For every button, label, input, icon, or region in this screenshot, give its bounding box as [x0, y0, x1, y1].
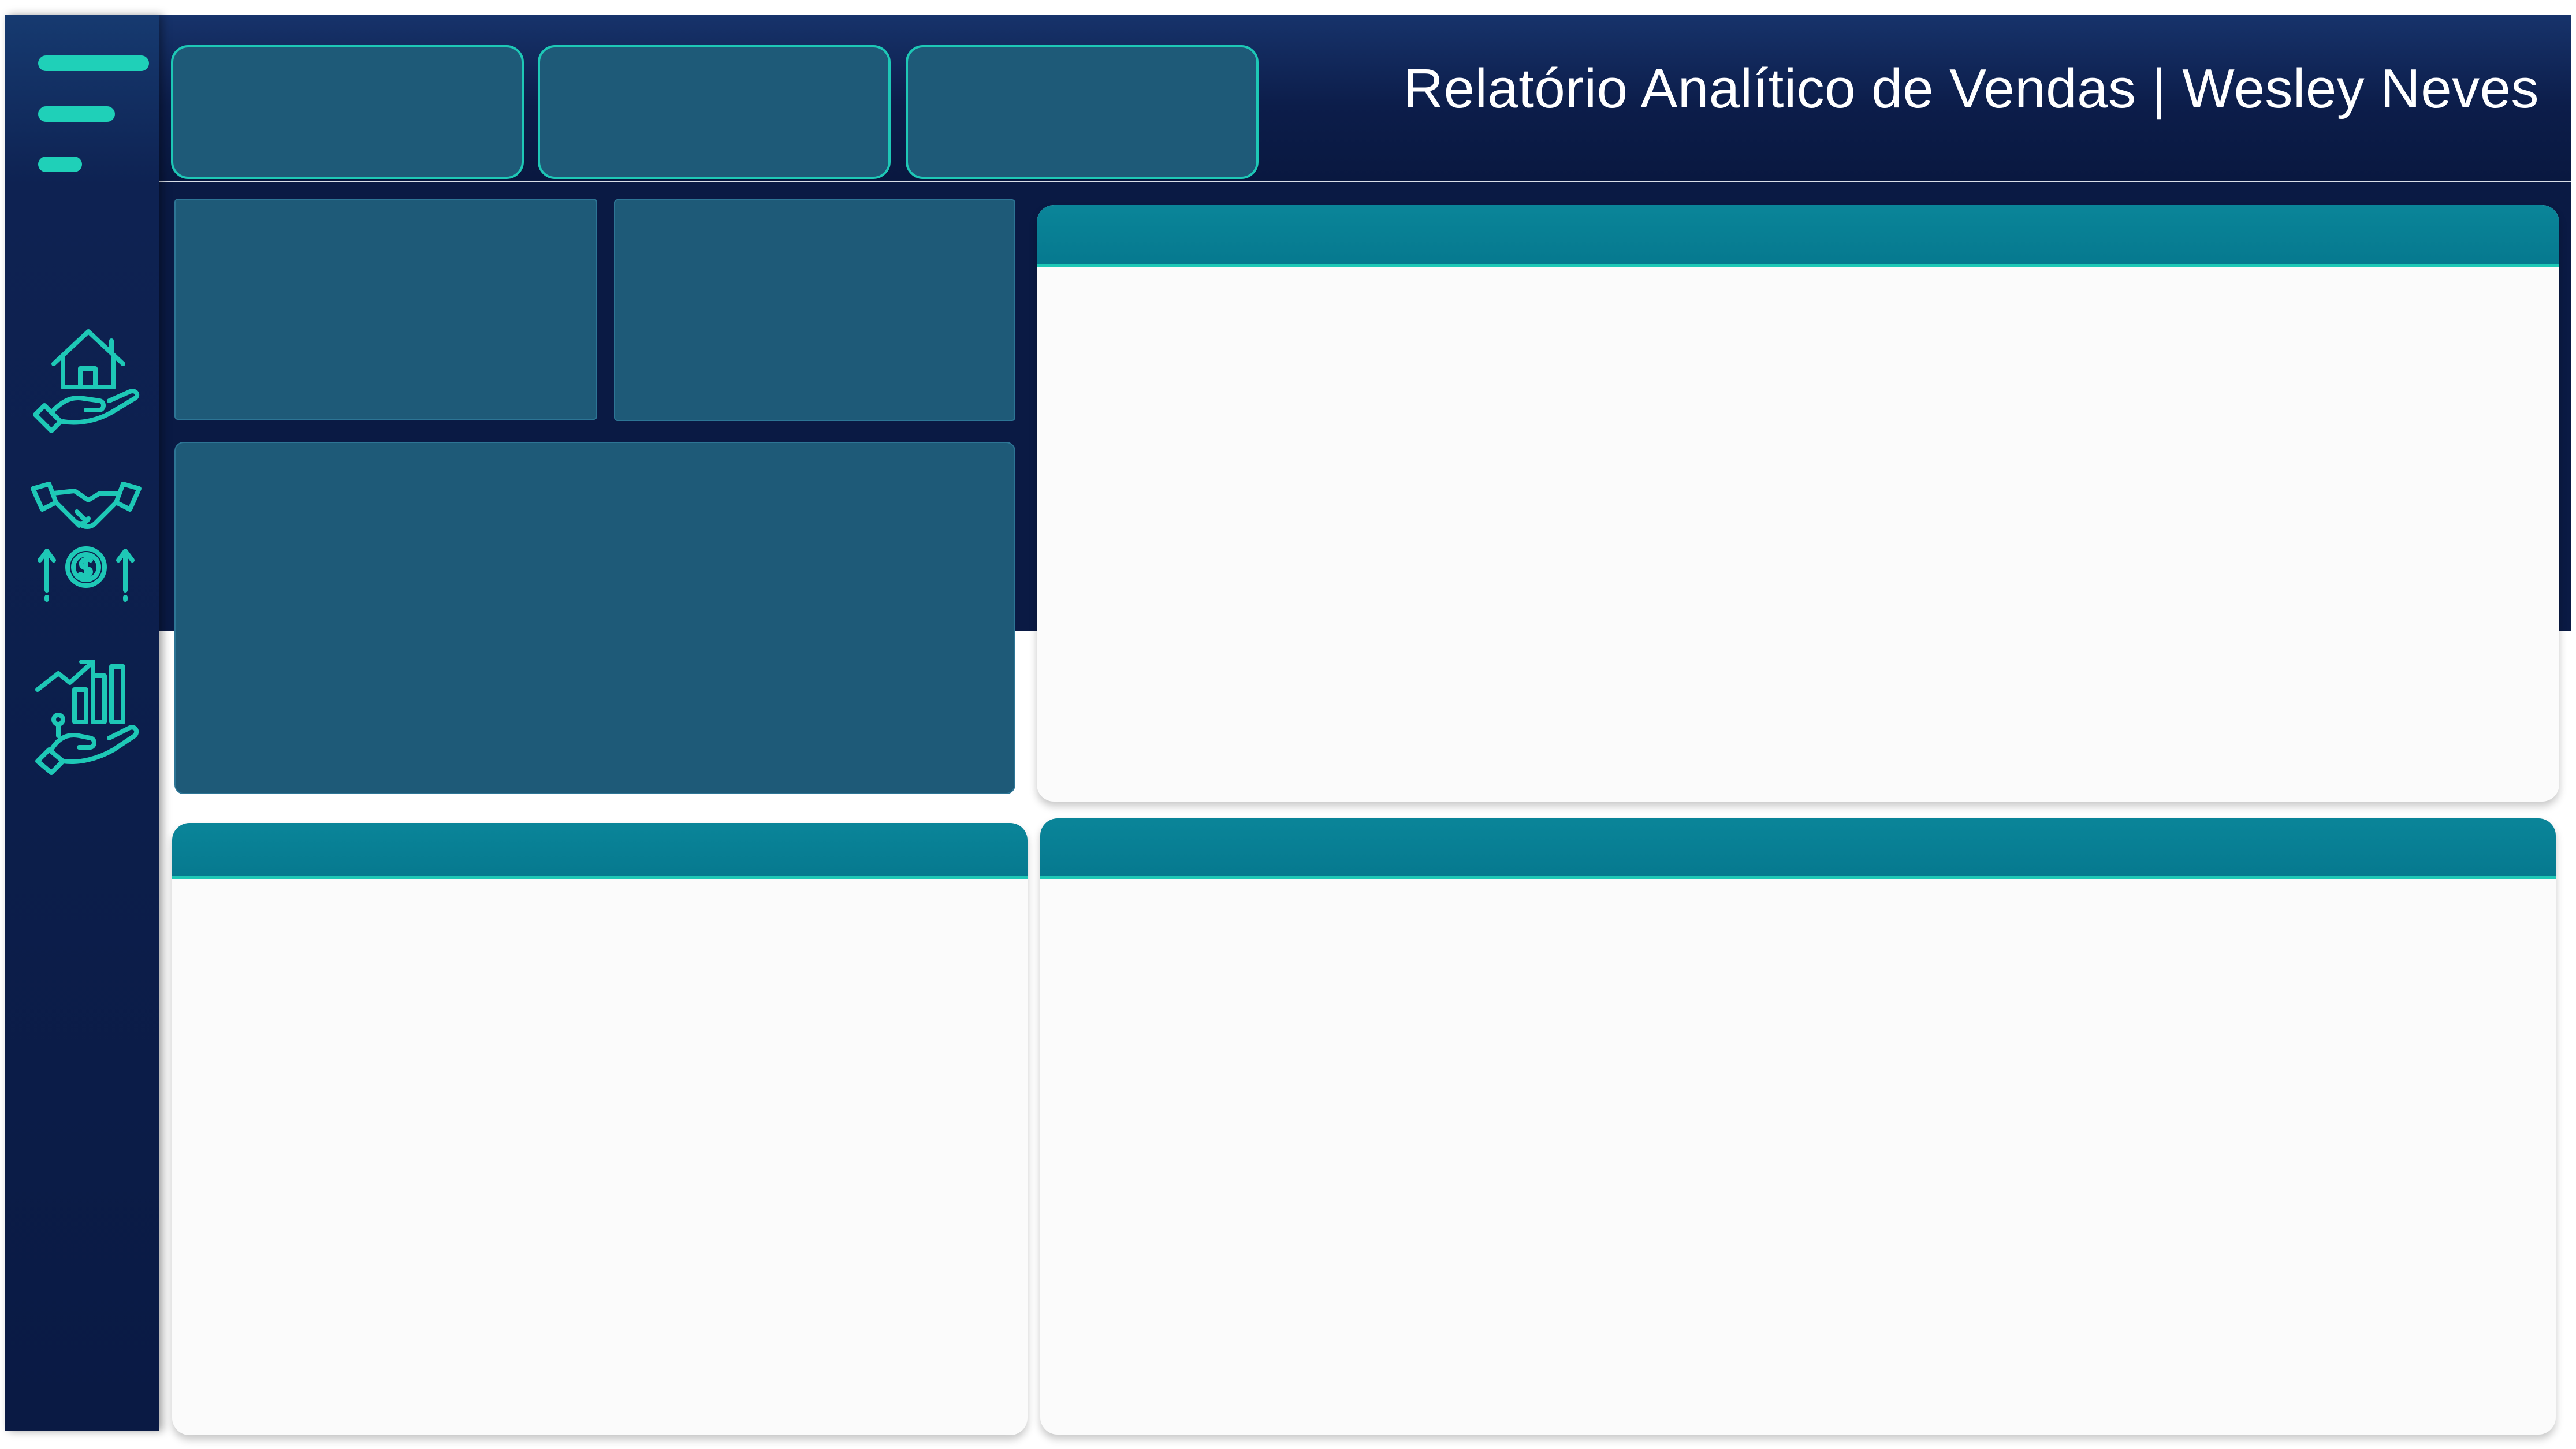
panel-top-right-header: [1037, 205, 2559, 267]
sidebar: [5, 15, 159, 1431]
filter-slot-2[interactable]: [538, 45, 891, 179]
panel-bottom-left-header: [172, 823, 1028, 879]
panel-bottom-right-header: [1040, 818, 2556, 879]
page-title: Relatório Analítico de Vendas | Wesley N…: [1403, 58, 2539, 120]
menu-bar-2: [38, 106, 115, 122]
kpi-card-1: [174, 199, 597, 420]
house-in-hand-icon[interactable]: [28, 315, 144, 442]
header-bar: Relatório Analítico de Vendas | Wesley N…: [159, 15, 2571, 183]
menu-bar-3: [38, 157, 82, 172]
filter-slot-3[interactable]: [906, 45, 1259, 179]
handshake-dollar-icon[interactable]: [28, 477, 144, 604]
panel-bottom-left: [172, 823, 1028, 1435]
menu-bar-1: [38, 55, 149, 71]
growth-chart-hand-icon[interactable]: [28, 650, 144, 777]
filter-slot-1[interactable]: [171, 45, 524, 179]
panel-bottom-right: [1040, 818, 2556, 1435]
kpi-card-2: [614, 199, 1015, 421]
kpi-card-wide: [174, 442, 1015, 794]
panel-top-right: [1037, 205, 2559, 802]
hamburger-menu-icon[interactable]: [38, 55, 151, 177]
dashboard-canvas: Relatório Analítico de Vendas | Wesley N…: [0, 0, 2576, 1449]
